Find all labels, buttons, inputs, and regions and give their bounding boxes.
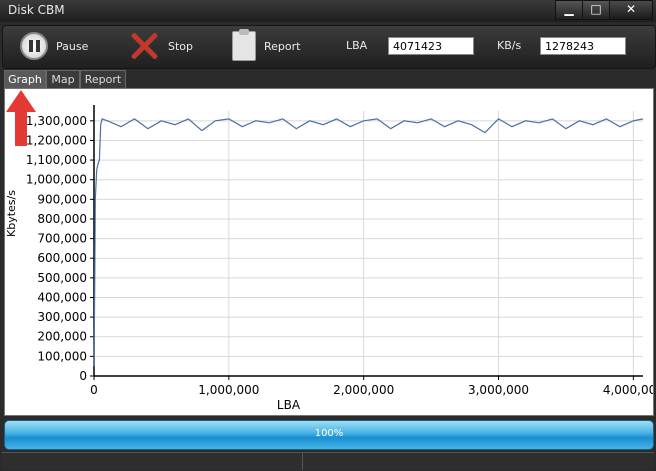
- lba-field[interactable]: 4071423: [388, 37, 474, 55]
- y-tick-label: 0: [79, 369, 87, 383]
- y-tick-label: 800,000: [37, 212, 87, 226]
- stop-button[interactable]: Stop: [128, 31, 193, 61]
- y-tick-label: 1,100,000: [26, 153, 87, 167]
- title-bar: Disk CBM ▁ □ ✕: [0, 0, 656, 22]
- app-window: Disk CBM ▁ □ ✕ Pause Stop Report LBA 407…: [0, 0, 656, 471]
- x-axis-label: LBA: [277, 398, 301, 412]
- report-button[interactable]: Report: [232, 29, 301, 61]
- series-line: [93, 118, 644, 367]
- progress-label: 100%: [314, 428, 344, 439]
- report-label: Report: [264, 39, 301, 53]
- x-tick-label: 0: [90, 383, 98, 397]
- tab-graph[interactable]: Graph: [4, 70, 46, 88]
- x-tick-label: 1,000,000: [198, 383, 259, 397]
- kbs-label: KB/s: [497, 39, 522, 52]
- x-tick-label: 3,000,000: [468, 383, 529, 397]
- pause-label: Pause: [56, 39, 89, 53]
- status-separator: [302, 453, 303, 470]
- y-tick-label: 200,000: [37, 330, 87, 344]
- status-bar: [2, 452, 654, 470]
- maximize-button[interactable]: □: [582, 0, 610, 20]
- stop-label: Stop: [168, 39, 194, 53]
- y-tick-label: 700,000: [37, 232, 87, 246]
- y-tick-label: 400,000: [37, 290, 87, 304]
- y-tick-label: 300,000: [37, 310, 87, 324]
- kbs-field[interactable]: 1278243: [540, 37, 626, 55]
- clipboard-icon: [232, 29, 256, 61]
- pause-icon: [20, 32, 48, 60]
- y-tick-label: 600,000: [37, 251, 87, 265]
- y-tick-label: 500,000: [37, 271, 87, 285]
- close-button[interactable]: ✕: [609, 0, 653, 20]
- tab-map[interactable]: Map: [46, 70, 80, 88]
- throughput-chart: 0 100,000 200,000 300,000 400,000 500,000 600,…: [5, 105, 656, 412]
- maximize-icon: □: [590, 2, 602, 16]
- tab-report[interactable]: Report: [80, 70, 126, 88]
- graph-panel: 0 100,000 200,000 300,000 400,000 500,000 600,…: [4, 88, 656, 416]
- progress-bar: 100%: [4, 420, 654, 450]
- close-icon: ✕: [625, 2, 637, 16]
- y-tick-label: 900,000: [37, 192, 87, 206]
- y-tick-label: 1,000,000: [26, 173, 87, 187]
- x-tick-label: 2,000,000: [333, 383, 394, 397]
- x-tick-label: 4,000,000: [603, 383, 653, 397]
- y-axis-label: Kbytes/s: [5, 190, 18, 237]
- pause-button[interactable]: Pause: [20, 31, 88, 61]
- stop-icon: [128, 31, 160, 61]
- y-tick-label: 100,000: [37, 349, 87, 363]
- red-arrow-icon: [6, 90, 36, 146]
- lba-label: LBA: [346, 39, 368, 52]
- window-title: Disk CBM: [8, 3, 65, 17]
- minimize-button[interactable]: ▁: [555, 0, 583, 20]
- minimize-icon: ▁: [564, 2, 574, 16]
